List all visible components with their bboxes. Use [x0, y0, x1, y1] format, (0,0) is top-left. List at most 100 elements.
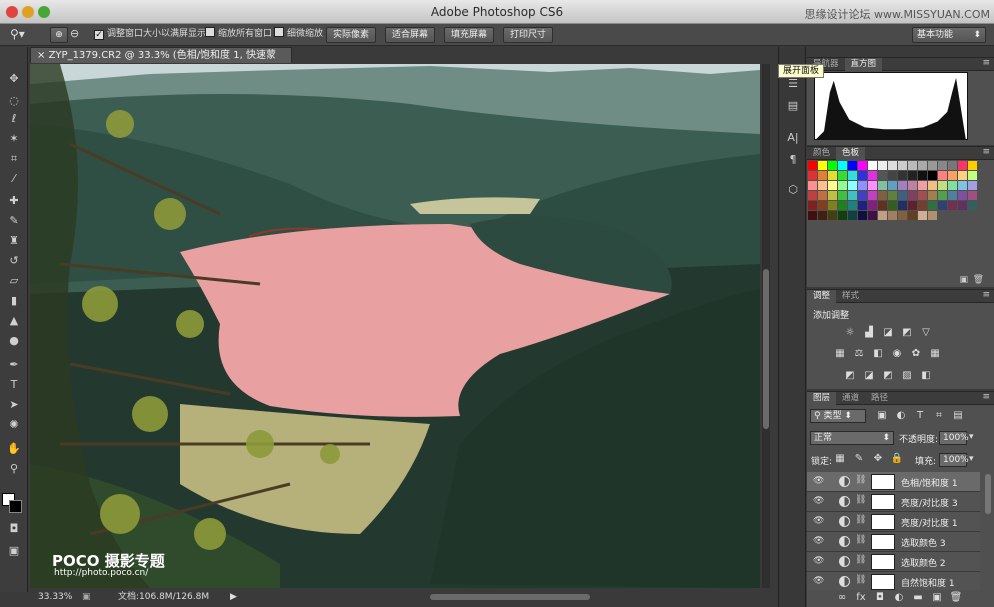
zoom-in-icon[interactable]: ⊕ [50, 27, 68, 43]
visibility-eye-icon[interactable]: 👁 [813, 476, 824, 486]
color-swatch[interactable] [888, 191, 897, 200]
color-swatch[interactable] [878, 191, 887, 200]
vibrance-icon[interactable]: ▽ [919, 327, 933, 339]
color-swatch[interactable] [888, 161, 897, 170]
tab-color[interactable]: 颜色 [807, 147, 836, 160]
blur-tool-icon[interactable]: ▲ [5, 313, 23, 329]
color-swatch[interactable] [828, 191, 837, 200]
tab-histogram[interactable]: 直方图 [844, 58, 883, 71]
color-swatch[interactable] [828, 211, 837, 220]
type-tool-icon[interactable]: T [5, 377, 23, 393]
visibility-eye-icon[interactable]: 👁 [813, 496, 824, 506]
color-swatch[interactable] [908, 201, 917, 210]
document-tab[interactable]: × ZYP_1379.CR2 @ 33.3% (色相/饱和度 1, 快速蒙版/1… [30, 47, 292, 77]
color-swatch[interactable] [848, 181, 857, 190]
color-swatch[interactable] [858, 161, 867, 170]
layer-row[interactable]: 👁 ⛓ 选取颜色 2 [807, 552, 980, 572]
filter-pixel-icon[interactable]: ▣ [875, 410, 889, 422]
color-swatch[interactable] [848, 171, 857, 180]
zoom-all-checkbox[interactable]: 缩放所有窗口 [205, 27, 272, 43]
layer-row[interactable]: 👁 ⛓ 选取颜色 3 [807, 532, 980, 552]
color-swatch[interactable] [958, 181, 967, 190]
color-swatch[interactable] [968, 161, 977, 170]
color-swatch[interactable] [888, 201, 897, 210]
filter-smart-icon[interactable]: ▤ [951, 410, 965, 422]
color-swatch[interactable] [948, 181, 957, 190]
close-tab-icon[interactable]: × [37, 50, 45, 61]
visibility-eye-icon[interactable]: 👁 [813, 516, 824, 526]
new-swatch-icon[interactable]: ▣ [959, 275, 968, 285]
color-swatch[interactable] [868, 211, 877, 220]
fill-input[interactable]: 100% [939, 453, 969, 467]
color-swatch[interactable] [938, 171, 947, 180]
color-swatch[interactable] [838, 181, 847, 190]
path-selection-tool-icon[interactable]: ➤ [5, 397, 23, 413]
color-swatch[interactable] [858, 181, 867, 190]
lock-all-icon[interactable]: 🔒 [890, 453, 904, 465]
zoom-tool-icon[interactable]: ⚲ [5, 461, 23, 477]
layer-row[interactable]: 👁 ⛓ 色相/饱和度 1 [807, 472, 980, 492]
screen-mode-icon[interactable]: ▣ [5, 543, 23, 559]
print-size-button[interactable]: 打印尺寸 [503, 27, 553, 43]
color-swatch[interactable] [898, 211, 907, 220]
color-swatch[interactable] [818, 211, 827, 220]
color-swatch[interactable] [828, 171, 837, 180]
tab-paths[interactable]: 路径 [865, 392, 894, 405]
actions-icon[interactable]: ▤ [785, 99, 801, 113]
color-swatch[interactable] [808, 171, 817, 180]
color-swatch[interactable] [828, 181, 837, 190]
color-swatch[interactable] [828, 201, 837, 210]
color-swatch[interactable] [958, 161, 967, 170]
lock-image-icon[interactable]: ✎ [852, 453, 866, 465]
layer-mask-thumbnail[interactable] [871, 574, 895, 590]
color-swatch[interactable] [888, 171, 897, 180]
gradient-tool-icon[interactable]: ▮ [5, 293, 23, 309]
color-swatch[interactable] [948, 191, 957, 200]
tab-adjustments[interactable]: 调整 [807, 290, 837, 303]
color-swatch[interactable] [908, 171, 917, 180]
marquee-tool-icon[interactable]: ◌ [5, 93, 23, 109]
color-swatch[interactable] [878, 211, 887, 220]
color-swatch[interactable] [928, 171, 937, 180]
color-swatch[interactable] [908, 181, 917, 190]
panel-menu-icon[interactable]: ≡ [982, 392, 990, 402]
color-swatch[interactable] [958, 171, 967, 180]
color-swatch[interactable] [808, 191, 817, 200]
layers-scroll-thumb[interactable] [985, 474, 991, 514]
crop-tool-icon[interactable]: ⌗ [5, 151, 23, 167]
color-swatch[interactable] [848, 191, 857, 200]
color-swatch[interactable] [858, 171, 867, 180]
lasso-tool-icon[interactable]: ℓ [5, 111, 23, 127]
color-swatch[interactable] [858, 191, 867, 200]
status-menu-icon[interactable]: ▶ [230, 590, 237, 604]
color-swatch[interactable] [808, 211, 817, 220]
color-swatch[interactable] [868, 171, 877, 180]
clone-stamp-tool-icon[interactable]: ♜ [5, 233, 23, 249]
color-swatch[interactable] [848, 211, 857, 220]
filter-shape-icon[interactable]: ⌗ [932, 410, 946, 422]
color-lookup-icon[interactable]: ▦ [928, 348, 942, 360]
layer-mask-thumbnail[interactable] [871, 494, 895, 510]
color-swatch[interactable] [898, 181, 907, 190]
background-color-swatch[interactable] [9, 500, 22, 513]
layer-mask-thumbnail[interactable] [871, 474, 895, 490]
posterize-icon[interactable]: ◪ [862, 370, 876, 382]
color-swatch[interactable] [838, 191, 847, 200]
zoom-tool-icon[interactable]: ⚲▾ [10, 27, 25, 43]
trash-icon[interactable]: 🗑 [973, 275, 984, 285]
opacity-input[interactable]: 100% [939, 431, 969, 445]
new-adjustment-icon[interactable]: ◐ [892, 592, 906, 604]
color-swatch[interactable] [878, 181, 887, 190]
color-swatch[interactable] [878, 161, 887, 170]
tab-channels[interactable]: 通道 [836, 392, 865, 405]
color-swatch[interactable] [948, 161, 957, 170]
layer-mask-thumbnail[interactable] [871, 554, 895, 570]
color-swatch[interactable] [938, 161, 947, 170]
scrubby-zoom-checkbox[interactable]: 细微缩放 [274, 27, 323, 43]
link-layers-icon[interactable]: ∞ [835, 592, 849, 604]
color-swatch[interactable] [848, 161, 857, 170]
color-swatch[interactable] [928, 201, 937, 210]
color-swatch[interactable] [968, 181, 977, 190]
color-swatch[interactable] [918, 181, 927, 190]
color-swatch[interactable] [818, 161, 827, 170]
